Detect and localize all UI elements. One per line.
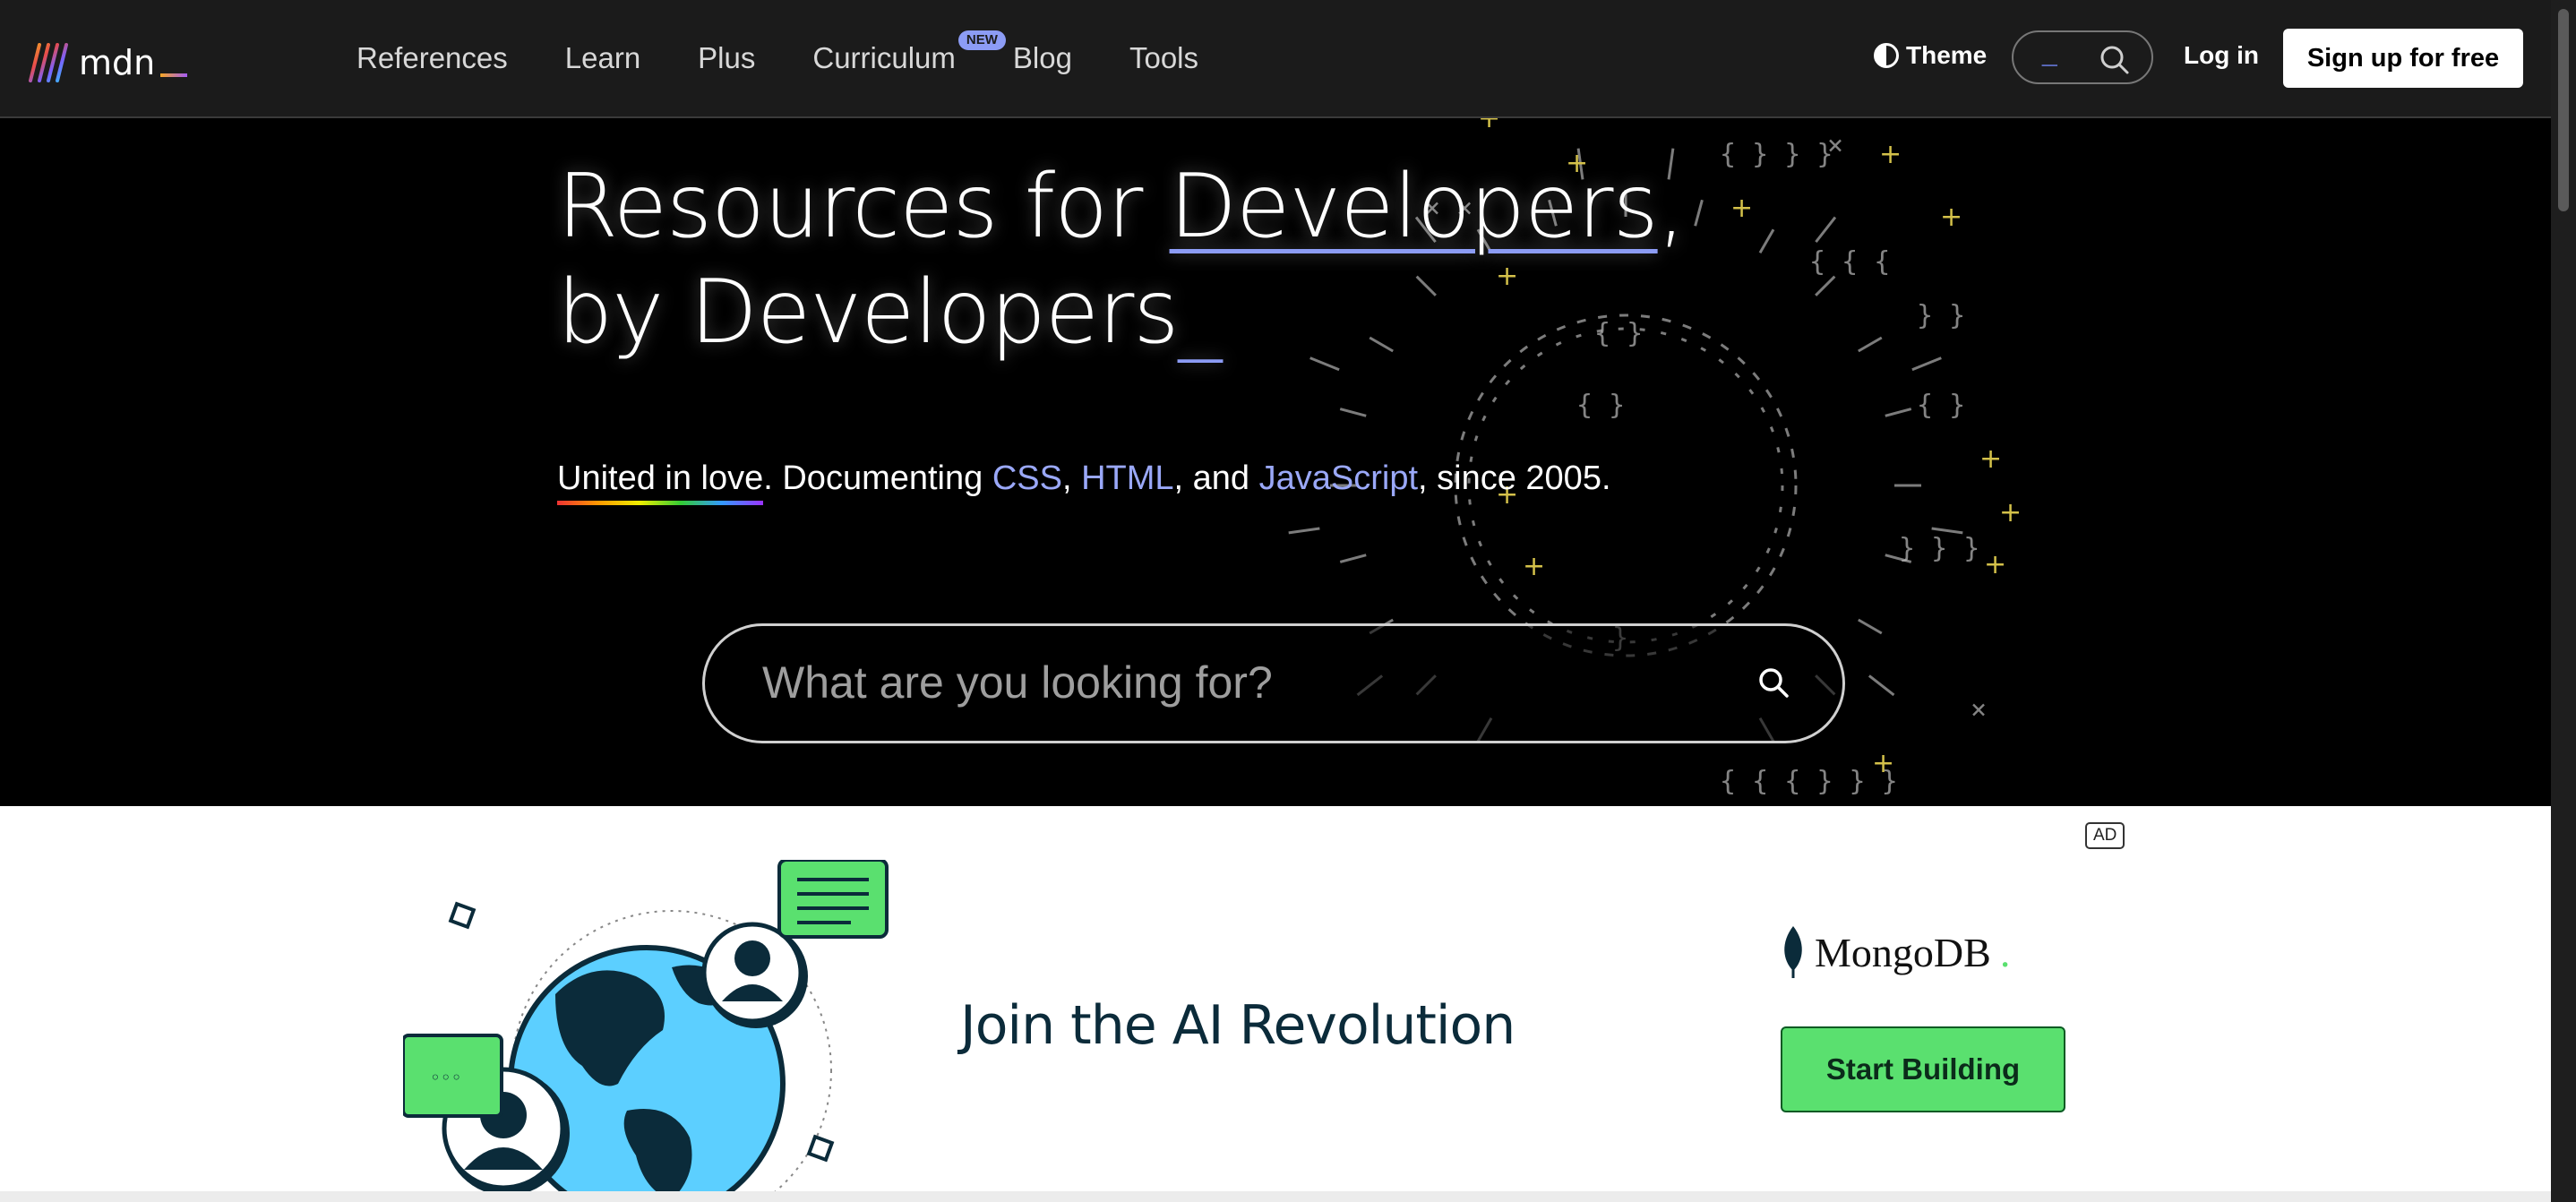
headline-cursor: _ (1178, 262, 1222, 364)
html-link[interactable]: HTML (1081, 459, 1173, 497)
header-search-placeholder: _ (2042, 38, 2057, 67)
globe-illustration: ◦◦◦ (403, 860, 889, 1202)
new-badge: NEW (957, 30, 1006, 50)
svg-text:{ { {: { { { (1809, 246, 1890, 278)
nav-learn[interactable]: Learn (565, 36, 640, 81)
svg-text:×: × (1827, 130, 1843, 161)
tagline-sep1: , (1061, 459, 1082, 497)
ad-headline: Join the AI Revolution (960, 994, 1516, 1057)
top-navigation-bar: mdn References Learn Plus Curriculum NEW… (0, 0, 2551, 118)
tagline-mid: . Documenting (763, 459, 992, 497)
tagline-end: , since 2005. (1418, 459, 1611, 497)
theme-icon (1874, 43, 1899, 68)
svg-text:+: + (1979, 443, 2002, 475)
svg-text:+: + (1984, 549, 2006, 580)
svg-text:{ { { } } }: { { { } } } (1720, 766, 1898, 797)
bubble-dots: ◦◦◦ (430, 1067, 461, 1088)
mongodb-leaf-icon (1784, 926, 1802, 978)
tagline-love: United in love (557, 455, 764, 505)
svg-text:+: + (1730, 193, 1753, 224)
svg-text:+: + (1879, 139, 1902, 170)
mdn-logo[interactable]: mdn (27, 36, 188, 84)
hero-section: + + + + + + + + + + + + { } } }{ { { { }} } } } … (0, 118, 2551, 806)
theme-toggle-button[interactable]: Theme (1874, 41, 1987, 70)
svg-text:{ } } }: { } } } (1720, 139, 1833, 170)
logo-wordmark: mdn (79, 41, 188, 84)
ad-label: AD (2085, 822, 2125, 849)
search-icon[interactable] (2099, 45, 2130, 75)
theme-label: Theme (1906, 41, 1988, 69)
main-nav: References Learn Plus Curriculum NEW Blo… (356, 30, 1198, 81)
mongodb-wordmark: MongoDB (1815, 929, 1991, 975)
svg-text:{ }: { } (1917, 390, 1965, 421)
signup-button[interactable]: Sign up for free (2283, 29, 2523, 88)
bottom-edge (0, 1191, 2551, 1202)
svg-text:×: × (1971, 694, 1987, 725)
scrollbar-thumb[interactable] (2558, 9, 2569, 211)
mongodb-brand: MongoDB. (1781, 926, 2010, 978)
svg-text:+: + (1999, 497, 2022, 528)
headline-prefix: Resources for (557, 156, 1170, 258)
advertisement-banner[interactable]: AD ◦◦◦ Join the AI Revolution MongoDB. S… (0, 806, 2551, 1202)
hero-tagline: United in love. Documenting CSS, HTML, a… (557, 455, 1611, 505)
svg-text:+: + (1478, 118, 1500, 134)
mongodb-mark: . (1999, 929, 2011, 975)
javascript-link[interactable]: JavaScript (1259, 459, 1418, 497)
nav-curriculum-label: Curriculum (812, 41, 956, 74)
svg-text:{ }: { } (1576, 390, 1625, 421)
headline-line-2: by Developers_ (557, 260, 1685, 365)
svg-text:} } }: } } } (1899, 533, 1979, 564)
hero-headline: Resources for Developers, by Developers_ (557, 154, 1686, 365)
svg-text:+: + (1523, 551, 1545, 582)
headline-highlight: Developers (1169, 156, 1659, 258)
nav-tools[interactable]: Tools (1129, 36, 1198, 81)
svg-text:} }: } } (1917, 300, 1965, 331)
headline-line2-text: by Developers (557, 262, 1179, 364)
nav-references[interactable]: References (356, 36, 508, 81)
headline-line-1: Resources for Developers, (557, 154, 1686, 260)
svg-text:+: + (1940, 202, 1962, 233)
search-icon[interactable] (1756, 665, 1792, 701)
login-link[interactable]: Log in (2184, 41, 2259, 70)
tagline-sep2: , and (1173, 459, 1259, 497)
hero-search-placeholder: What are you looking for? (762, 657, 1273, 708)
mdn-logo-icon (29, 43, 68, 82)
hero-search-input[interactable]: What are you looking for? (702, 623, 1845, 743)
css-link[interactable]: CSS (992, 459, 1062, 497)
nav-curriculum[interactable]: Curriculum NEW (812, 30, 1006, 81)
start-building-button[interactable]: Start Building (1781, 1026, 2065, 1112)
headline-comma: , (1657, 156, 1686, 258)
nav-plus[interactable]: Plus (698, 36, 755, 81)
header-search-input[interactable]: _ (2012, 30, 2153, 84)
nav-blog[interactable]: Blog (1013, 36, 1072, 81)
vertical-scrollbar[interactable] (2551, 0, 2576, 1202)
